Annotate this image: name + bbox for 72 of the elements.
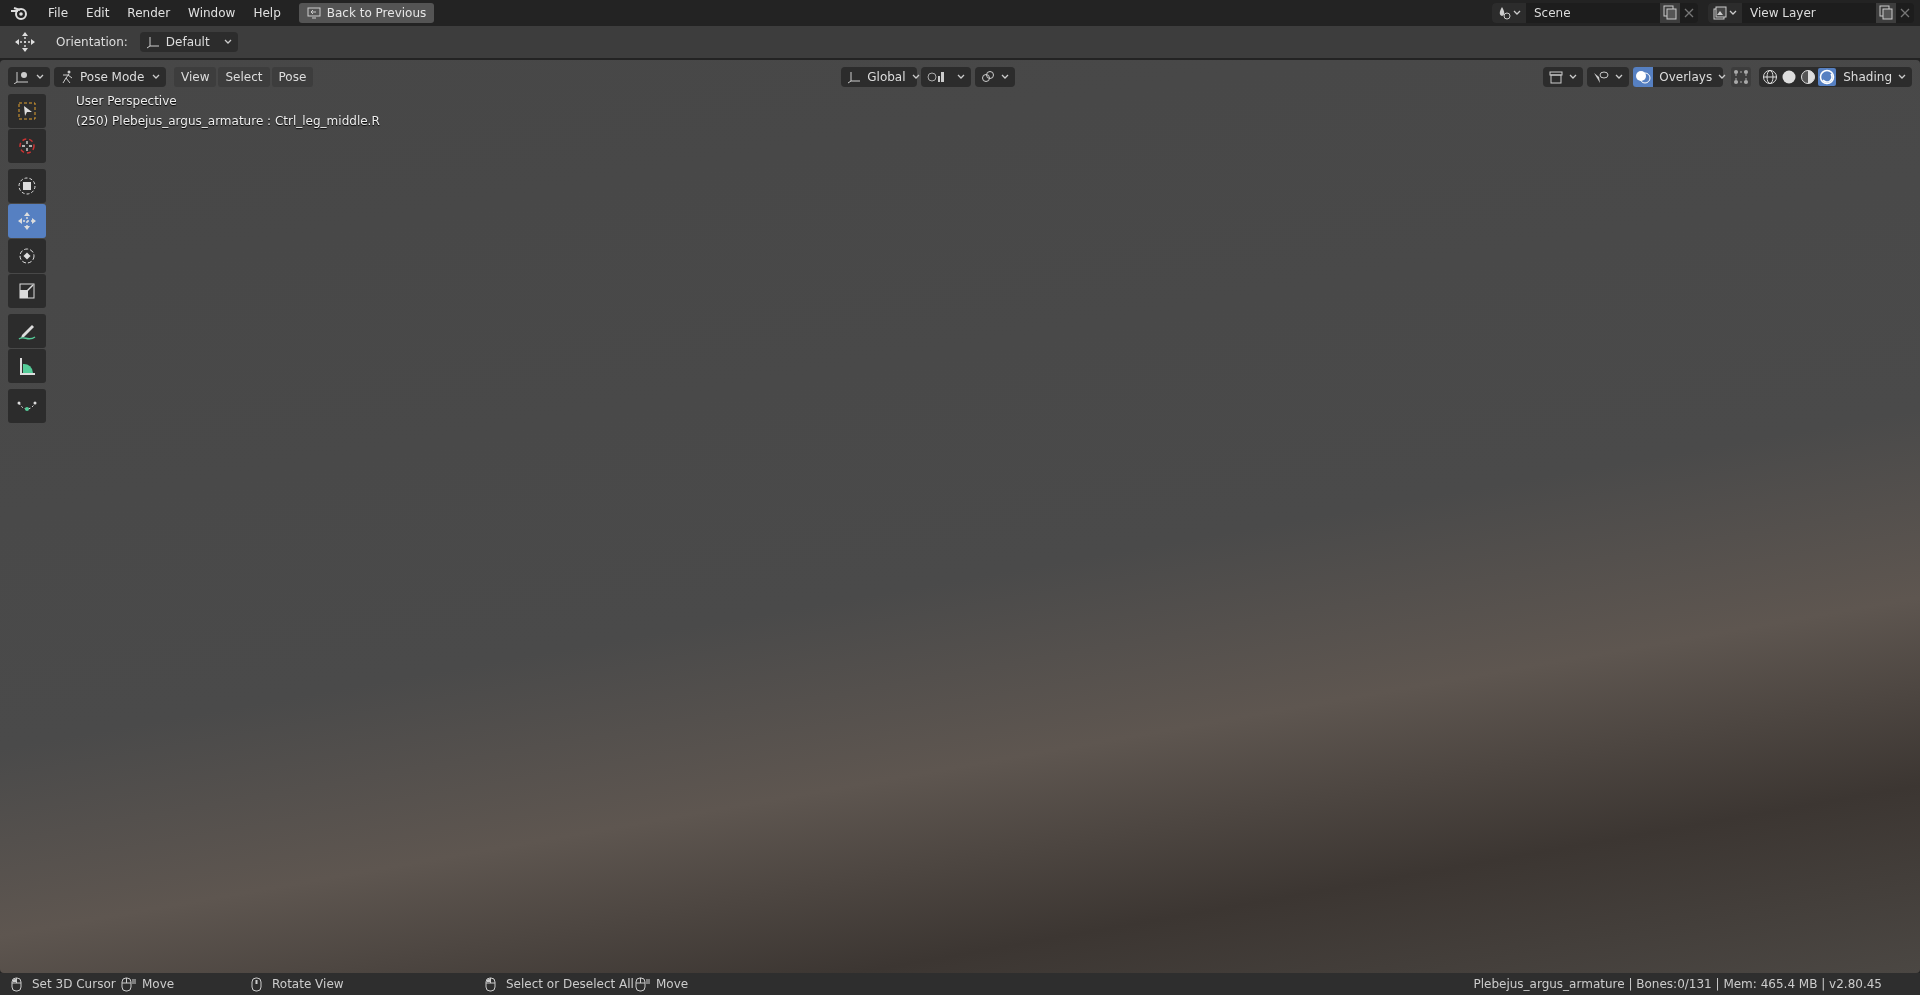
menu-item[interactable]: File xyxy=(40,3,77,23)
scene-statistics: Plebejus_argus_armature | Bones:0/131 | Mem: 465.4 MB | v2.80.45 xyxy=(1473,977,1882,991)
menu-item[interactable]: Help xyxy=(245,3,289,23)
mode-dropdown[interactable]: Pose Mode xyxy=(54,67,166,87)
caret-icon xyxy=(36,74,44,80)
status-hint: Select or Deselect All xyxy=(506,977,634,991)
transform-icon xyxy=(16,175,38,197)
scene-button[interactable] xyxy=(1492,3,1526,23)
caret-icon xyxy=(1513,10,1521,16)
view-name-label: User Perspective xyxy=(76,94,178,108)
header-menu[interactable]: Select xyxy=(218,67,270,87)
3d-cursor-icon xyxy=(16,135,38,157)
scale-tool-button[interactable] xyxy=(8,274,46,308)
header-menu[interactable]: View xyxy=(174,67,217,87)
active-object-label: (250) Plebejus_argus_armature : Ctrl_leg_middle.R xyxy=(76,114,380,128)
pivot-dropdown[interactable] xyxy=(921,67,972,87)
mouse-icon xyxy=(634,976,650,992)
status-hint: Move xyxy=(142,977,175,991)
snap-dropdown[interactable] xyxy=(975,67,1016,87)
move-icon xyxy=(16,210,38,232)
curve-tool-button[interactable] xyxy=(8,389,46,423)
view-layer-icon xyxy=(1713,6,1727,20)
status-hint: Move xyxy=(656,977,689,991)
mouse-icon xyxy=(120,976,136,992)
3d-cursor-tool-button[interactable] xyxy=(8,129,46,163)
caret-icon xyxy=(152,74,160,80)
view-layer-button[interactable] xyxy=(1708,3,1742,23)
editor-type-dropdown[interactable] xyxy=(8,67,50,87)
axes-icon xyxy=(847,70,862,84)
box-icon xyxy=(1549,70,1564,84)
caret-icon xyxy=(1898,74,1906,80)
caret-icon xyxy=(223,39,232,45)
xray-icon[interactable] xyxy=(1731,67,1752,87)
gizmo-dropdown[interactable] xyxy=(1587,67,1630,87)
axes-icon xyxy=(14,70,30,84)
duplicate-icon[interactable] xyxy=(1660,3,1680,23)
axes-icon xyxy=(145,35,160,49)
select-box-icon xyxy=(16,100,38,122)
caret-icon xyxy=(957,74,966,80)
caret-icon xyxy=(1569,74,1578,80)
overlays-icon[interactable] xyxy=(1633,67,1654,87)
menu-item[interactable]: Edit xyxy=(78,3,118,23)
transform-tool-button[interactable] xyxy=(8,169,46,203)
pencil-tool-button[interactable] xyxy=(8,314,46,348)
move-arrows-icon xyxy=(14,31,36,53)
transform-orientation-dropdown[interactable]: Global xyxy=(841,67,918,87)
menu-item[interactable]: Render xyxy=(119,3,179,23)
caret-icon xyxy=(1001,74,1010,80)
duplicate-icon[interactable] xyxy=(1876,3,1896,23)
pose-figure-icon xyxy=(60,70,74,84)
overlays-dropdown[interactable]: Overlays xyxy=(1633,67,1724,87)
caret-icon xyxy=(911,74,920,80)
rendered-sphere-icon[interactable] xyxy=(1818,68,1837,86)
material-sphere-icon[interactable] xyxy=(1799,68,1818,86)
view-object-types-dropdown[interactable] xyxy=(1543,67,1584,87)
status-hint: Set 3D Cursor xyxy=(32,977,116,991)
select-box-tool-button[interactable] xyxy=(8,94,46,128)
caret-icon xyxy=(1718,74,1727,80)
menu-item[interactable]: Window xyxy=(180,3,244,23)
ruler-tool-button[interactable] xyxy=(8,349,46,383)
wireframe-sphere-icon[interactable] xyxy=(1761,68,1780,86)
status-hint: Rotate View xyxy=(272,977,344,991)
orientation-dropdown[interactable]: Default xyxy=(139,32,238,52)
scale-icon xyxy=(16,280,38,302)
header-menu[interactable]: Pose xyxy=(271,67,314,87)
rotate-tool-button[interactable] xyxy=(8,239,46,273)
snap-icon xyxy=(981,70,996,84)
caret-icon xyxy=(1615,74,1624,80)
back-to-previous-button[interactable]: Back to Previous xyxy=(298,3,435,23)
scene-icon xyxy=(1497,6,1511,20)
caret-icon xyxy=(1729,10,1737,16)
orientation-label: Orientation: xyxy=(56,35,128,49)
